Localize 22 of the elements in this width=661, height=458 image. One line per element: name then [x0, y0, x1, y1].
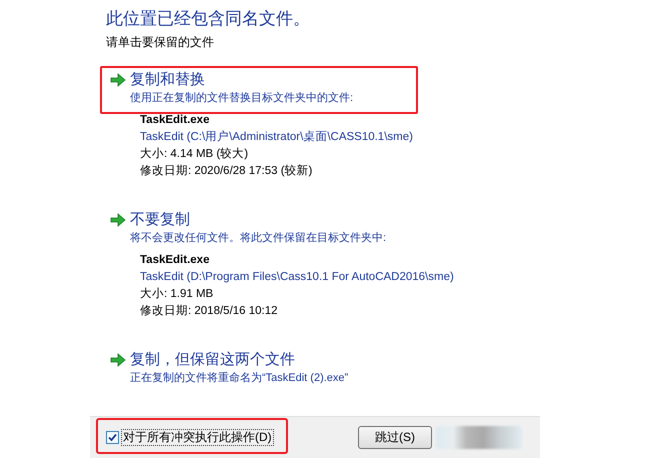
option-description: 使用正在复制的文件替换目标文件夹中的文件:: [130, 90, 354, 106]
dialog-heading: 此位置已经包含同名文件。: [106, 8, 311, 30]
option-title[interactable]: 复制和替换: [130, 70, 205, 90]
file-size: 大小: 4.14 MB (较大): [140, 146, 250, 162]
instruction-text: 请单击要保留的文件: [106, 34, 215, 50]
file-size: 大小: 1.91 MB: [140, 286, 214, 302]
file-path: TaskEdit (C:\用户\Administrator\桌面\CASS10.1\sme): [140, 129, 414, 145]
option-description: 将不会更改任何文件。将此文件保留在目标文件夹中:: [130, 230, 388, 246]
arrow-icon: [110, 213, 126, 227]
arrow-icon: [110, 73, 126, 87]
option-title[interactable]: 复制，但保留这两个文件: [130, 350, 295, 370]
file-date: 修改日期: 2020/6/28 17:53 (较新): [140, 163, 314, 179]
option-description: 正在复制的文件将重命名为“TaskEdit (2).exe”: [130, 370, 350, 386]
file-name: TaskEdit.exe: [140, 253, 210, 268]
file-name: TaskEdit.exe: [140, 113, 210, 128]
file-path: TaskEdit (D:\Program Files\Cass10.1 For AutoCAD2016\sme): [140, 270, 455, 285]
arrow-icon: [110, 353, 126, 367]
option-title[interactable]: 不要复制: [130, 210, 190, 230]
file-date: 修改日期: 2018/5/16 10:12: [140, 304, 279, 319]
skip-button[interactable]: 跳过(S): [358, 426, 432, 449]
checkbox-label[interactable]: 对于所有冲突执行此操作(D): [121, 429, 274, 446]
checkbox[interactable]: [106, 431, 119, 444]
